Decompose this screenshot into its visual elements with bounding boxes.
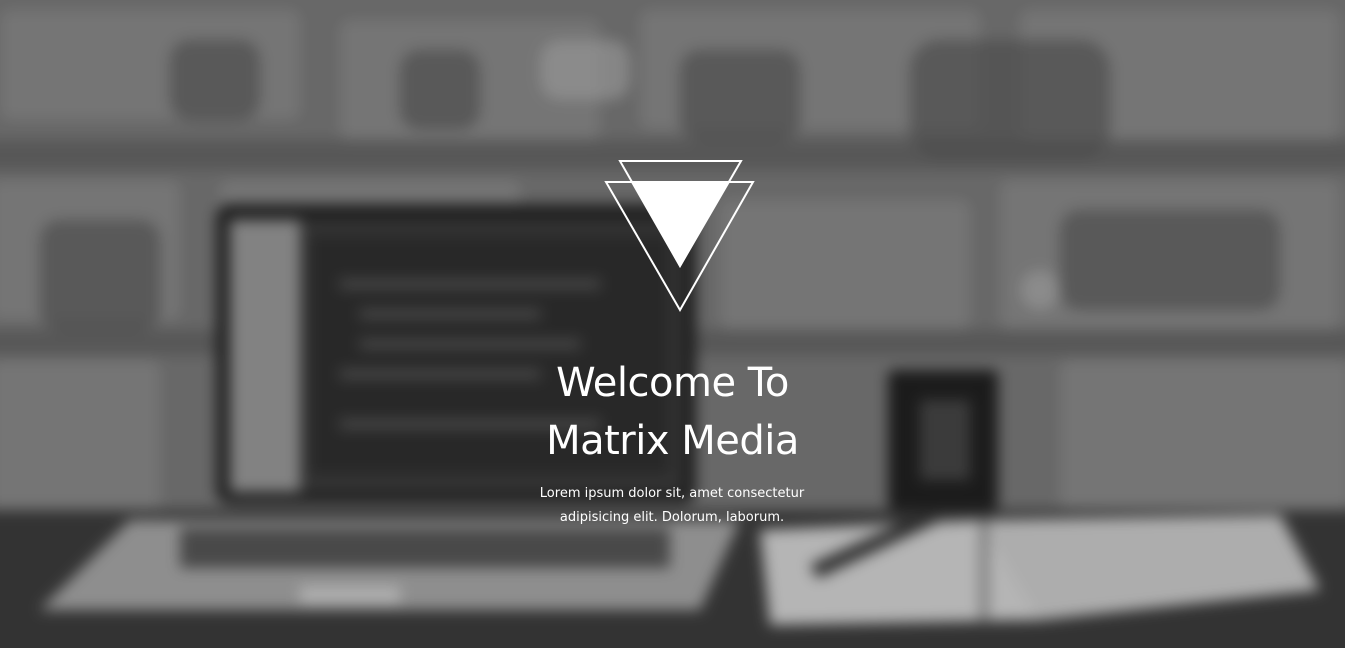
hero-title: Welcome To Matrix Media bbox=[0, 354, 1345, 470]
hero-title-line-1: Welcome To bbox=[556, 360, 789, 406]
hero-section: Welcome To Matrix Media Lorem ipsum dolo… bbox=[0, 0, 1345, 648]
hero-title-line-2: Matrix Media bbox=[546, 418, 799, 464]
triangle-logo-icon bbox=[604, 160, 755, 313]
hero-content: Welcome To Matrix Media Lorem ipsum dolo… bbox=[0, 0, 1345, 648]
hero-subtitle: Lorem ipsum dolor sit, amet consectetur … bbox=[539, 486, 805, 525]
